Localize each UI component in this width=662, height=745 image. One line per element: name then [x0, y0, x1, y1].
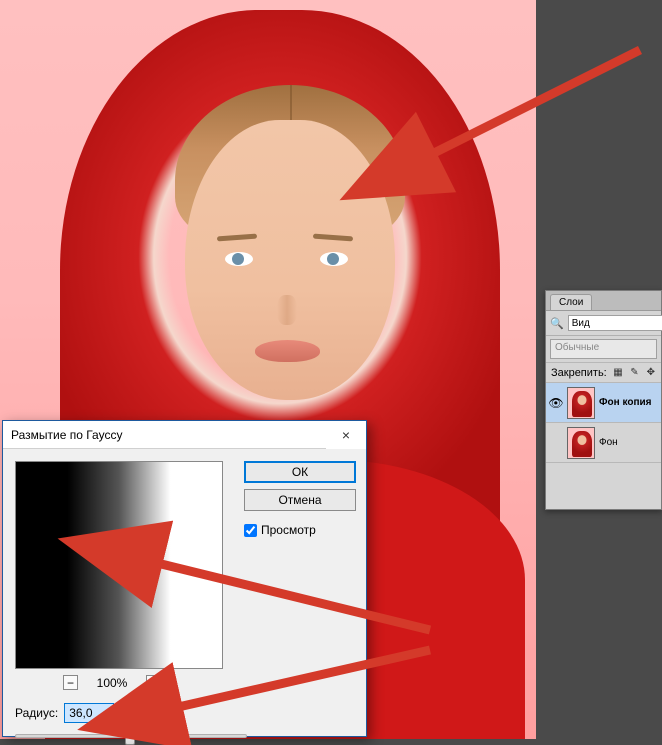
layer-row[interactable]: Фон [546, 423, 661, 463]
plus-icon: + [150, 677, 157, 689]
layer-thumbnail[interactable] [567, 387, 595, 419]
zoom-in-button[interactable]: + [146, 675, 161, 690]
dialog-titlebar[interactable]: Размытие по Гауссу × [3, 421, 366, 449]
lock-move-icon[interactable]: ✥ [646, 366, 656, 379]
radius-slider[interactable] [15, 727, 247, 745]
close-icon: × [342, 427, 350, 443]
lock-pixels-icon[interactable]: ▦ [613, 366, 623, 379]
zoom-percent: 100% [92, 676, 132, 690]
blend-mode-select[interactable]: Обычные [550, 339, 657, 359]
search-icon: 🔍 [550, 317, 564, 330]
layer-name: Фон копия [599, 397, 651, 408]
radius-input[interactable] [64, 703, 114, 723]
blur-preview[interactable] [15, 461, 223, 669]
preview-checkbox-row[interactable]: Просмотр [244, 523, 356, 537]
preview-label: Просмотр [261, 523, 316, 537]
lock-row: Закрепить: ▦ ✎ ✥ [546, 362, 661, 383]
lock-label: Закрепить: [551, 367, 607, 379]
eye-right [320, 252, 348, 266]
radius-unit: Пикселы [120, 706, 169, 720]
tab-layers[interactable]: Слои [550, 294, 592, 310]
radius-row: Радиус: Пикселы [15, 703, 169, 723]
radius-label: Радиус: [15, 706, 58, 720]
visibility-toggle[interactable] [549, 436, 563, 450]
layer-thumbnail[interactable] [567, 427, 595, 459]
dialog-buttons: ОК Отмена Просмотр [244, 461, 356, 537]
ok-button[interactable]: ОК [244, 461, 356, 483]
visibility-toggle[interactable]: 👁 [549, 396, 563, 410]
dialog-title: Размытие по Гауссу [11, 428, 326, 442]
gaussian-blur-dialog: Размытие по Гауссу × − 100% + Радиус: Пи… [2, 420, 367, 737]
cancel-button[interactable]: Отмена [244, 489, 356, 511]
lips-shape [255, 340, 320, 362]
layer-filter-select[interactable] [568, 315, 662, 331]
dialog-body: − 100% + Радиус: Пикселы ОК Отмена Просм… [3, 449, 366, 736]
slider-thumb[interactable] [125, 729, 135, 745]
layers-panel: Слои 🔍 Обычные Закрепить: ▦ ✎ ✥ 👁 Фон ко… [545, 290, 662, 510]
lock-brush-icon[interactable]: ✎ [629, 366, 639, 379]
zoom-controls: − 100% + [63, 675, 161, 690]
zoom-out-button[interactable]: − [63, 675, 78, 690]
layer-filter-row: 🔍 [546, 311, 661, 336]
layer-list: 👁 Фон копия Фон [546, 383, 661, 509]
preview-checkbox[interactable] [244, 524, 257, 537]
layer-name: Фон [599, 437, 618, 448]
panel-tabs: Слои [546, 291, 661, 311]
minus-icon: − [67, 677, 74, 689]
dialog-close-button[interactable]: × [326, 421, 366, 449]
eye-left [225, 252, 253, 266]
nose-shape [277, 295, 297, 325]
layer-row[interactable]: 👁 Фон копия [546, 383, 661, 423]
